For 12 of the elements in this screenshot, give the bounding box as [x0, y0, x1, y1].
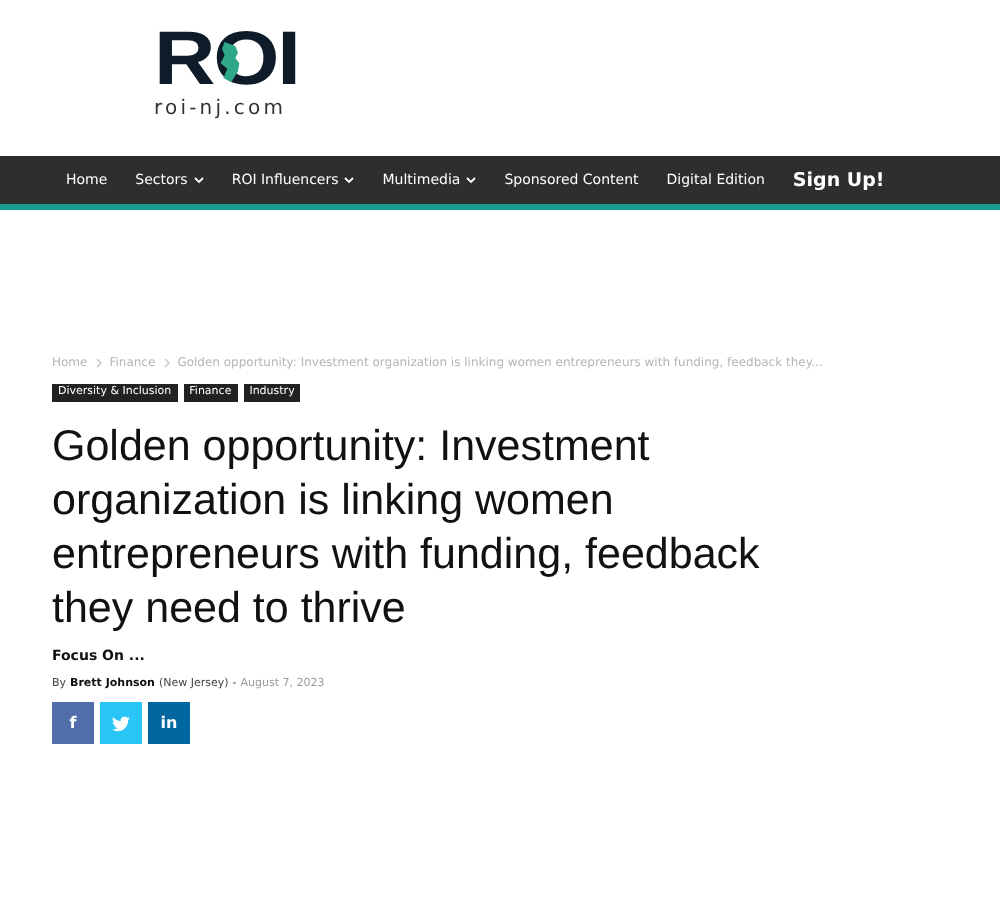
chevron-icon [193, 176, 204, 184]
bird-icon [112, 715, 130, 731]
linkedin-share-button[interactable]: in [148, 702, 190, 744]
chevron-icon [466, 176, 477, 184]
nav-item[interactable]: Sign Up! [792, 169, 885, 191]
chevron-icon [95, 358, 102, 368]
twitter-share-button[interactable] [100, 702, 142, 744]
chevron-icon [344, 176, 355, 184]
facebook-share-button[interactable]: f [52, 702, 94, 744]
article-headline: Golden opportunity: Investment organization is linking women entrepreneurs with funding, feedback they need to thrive [52, 420, 762, 636]
site-domain: roi-nj.com [154, 98, 287, 120]
chevron-icon [163, 358, 170, 368]
